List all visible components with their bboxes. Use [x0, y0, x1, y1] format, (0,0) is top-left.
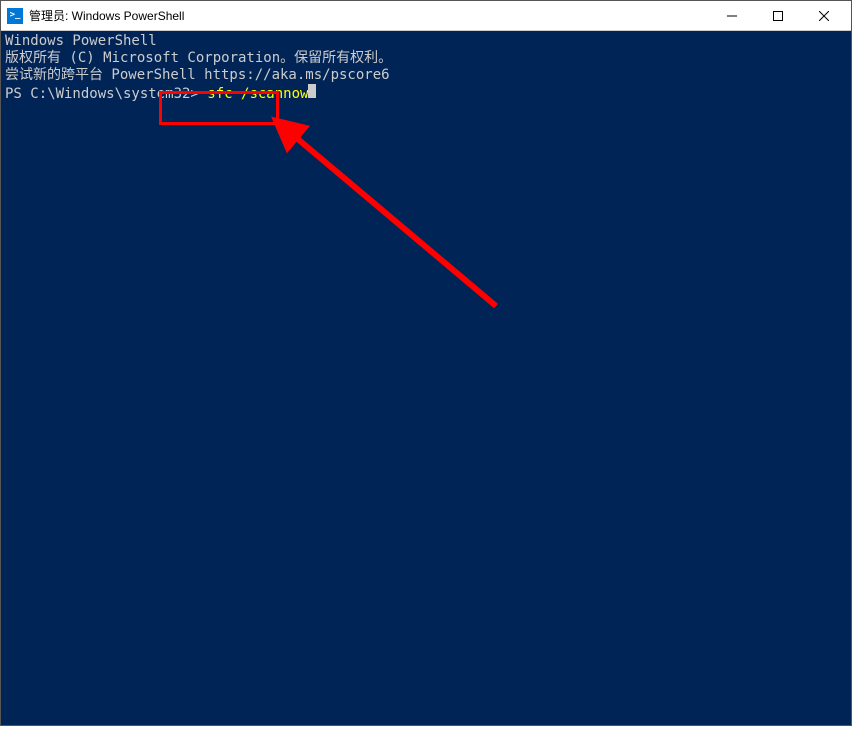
cursor [308, 84, 316, 98]
powershell-icon [7, 8, 23, 24]
maximize-icon [773, 11, 783, 21]
prompt-path: PS C:\Windows\system32> [5, 86, 199, 103]
powershell-window: 管理员: Windows PowerShell Windows PowerShe… [0, 0, 852, 726]
window-controls [709, 1, 847, 30]
window-title: 管理员: Windows PowerShell [29, 7, 709, 24]
annotation-arrow [1, 31, 851, 725]
terminal-area[interactable]: Windows PowerShell 版权所有 (C) Microsoft Co… [1, 31, 851, 725]
maximize-button[interactable] [755, 1, 801, 31]
prompt-line: PS C:\Windows\system32> sfc /scannow [5, 84, 847, 103]
close-button[interactable] [801, 1, 847, 31]
terminal-line: Windows PowerShell [5, 33, 847, 50]
terminal-line: 尝试新的跨平台 PowerShell https://aka.ms/pscore… [5, 67, 847, 84]
close-icon [819, 11, 829, 21]
command-text: sfc /scannow [199, 86, 309, 103]
terminal-line: 版权所有 (C) Microsoft Corporation。保留所有权利。 [5, 50, 847, 67]
minimize-icon [727, 11, 737, 21]
minimize-button[interactable] [709, 1, 755, 31]
titlebar[interactable]: 管理员: Windows PowerShell [1, 1, 851, 31]
